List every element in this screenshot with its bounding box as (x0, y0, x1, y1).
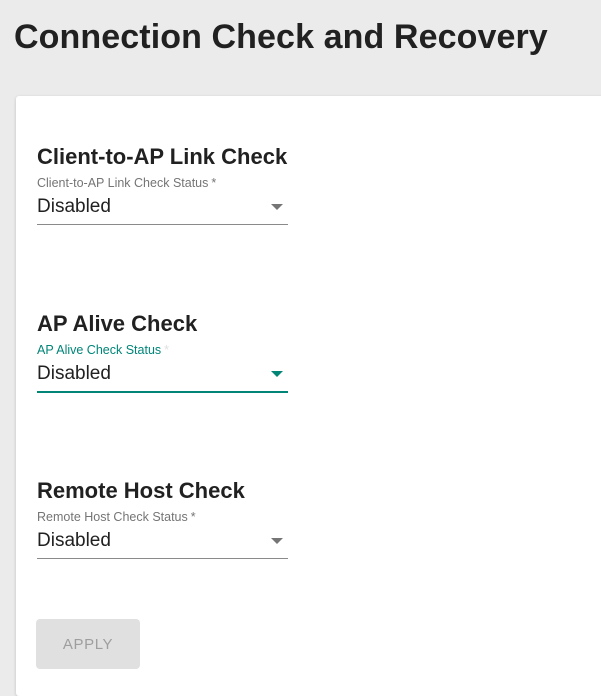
dropdown-arrow-icon (271, 538, 283, 544)
remote-host-check-status-select[interactable]: Disabled (37, 526, 288, 559)
page-title: Connection Check and Recovery (14, 18, 548, 56)
field-label-text: Client-to-AP Link Check Status (37, 176, 209, 190)
ap-alive-check-section: AP Alive Check AP Alive Check Status * Di… (37, 311, 288, 393)
select-value: Disabled (37, 530, 111, 551)
remote-host-check-section: Remote Host Check Remote Host Check Stat… (37, 478, 288, 559)
section-title: Remote Host Check (37, 478, 245, 503)
required-mark: * (211, 176, 217, 190)
required-mark: * (190, 510, 196, 524)
client-ap-link-check-section: Client-to-AP Link Check Client-to-AP Lin… (37, 144, 288, 225)
select-value: Disabled (37, 363, 111, 384)
remote-host-check-status-field: Remote Host Check Status * Disabled (37, 510, 288, 559)
section-title: AP Alive Check (37, 311, 198, 336)
ap-alive-check-status-select[interactable]: Disabled (37, 359, 288, 393)
ap-alive-check-status-field: AP Alive Check Status * Disabled (37, 343, 288, 393)
required-mark: * (164, 343, 170, 357)
client-ap-link-check-status-select[interactable]: Disabled (37, 192, 288, 225)
field-label: Client-to-AP Link Check Status * (37, 176, 288, 192)
field-label-text: Remote Host Check Status (37, 510, 188, 524)
field-label-text: AP Alive Check Status (37, 343, 162, 357)
field-label: AP Alive Check Status * (37, 343, 288, 359)
dropdown-arrow-icon (271, 204, 283, 210)
select-value: Disabled (37, 196, 111, 217)
client-ap-link-check-status-field: Client-to-AP Link Check Status * Disabled (37, 176, 288, 225)
apply-button[interactable]: APPLY (36, 619, 140, 669)
field-label: Remote Host Check Status * (37, 510, 288, 526)
settings-card: Client-to-AP Link Check Client-to-AP Lin… (16, 96, 601, 696)
dropdown-arrow-icon (271, 371, 283, 377)
section-title: Client-to-AP Link Check (37, 144, 288, 169)
